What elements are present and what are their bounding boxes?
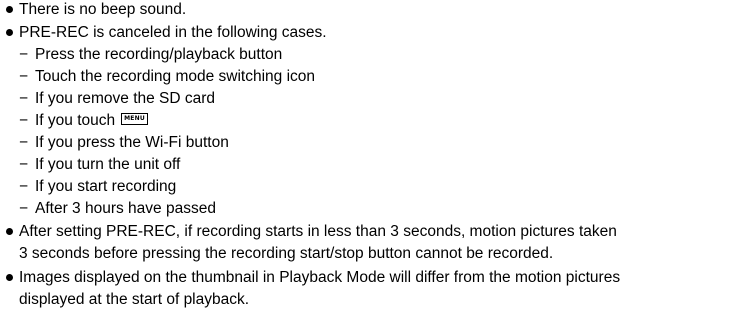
dash-icon: − bbox=[19, 90, 29, 107]
menu-icon: MENU bbox=[121, 113, 148, 126]
note-text: displayed at the start of playback. bbox=[19, 291, 250, 308]
case-text: If you remove the SD card bbox=[35, 90, 216, 107]
bullet-icon bbox=[6, 6, 13, 13]
bullet-icon bbox=[6, 29, 13, 36]
dash-icon: − bbox=[19, 200, 29, 217]
case-text-wrap: If you touch MENU bbox=[35, 111, 148, 131]
bullet-icon bbox=[6, 228, 13, 235]
note-text: 3 seconds before pressing the recording … bbox=[19, 245, 554, 262]
case-text: After 3 hours have passed bbox=[35, 200, 216, 217]
dash-icon: − bbox=[19, 156, 29, 173]
bullet-icon bbox=[6, 274, 13, 281]
case-text: Touch the recording mode switching icon bbox=[35, 68, 316, 85]
dash-icon: − bbox=[19, 68, 29, 85]
case-text: If you turn the unit off bbox=[35, 156, 181, 173]
case-text: If you press the Wi-Fi button bbox=[35, 134, 229, 151]
dash-icon: − bbox=[19, 46, 29, 63]
note-text: After setting PRE-REC, if recording star… bbox=[19, 223, 617, 240]
dash-icon: − bbox=[19, 134, 29, 151]
case-text: If you start recording bbox=[35, 178, 177, 195]
note-text: Images displayed on the thumbnail in Pla… bbox=[19, 269, 621, 286]
note-text: There is no beep sound. bbox=[19, 1, 187, 18]
notes-page: There is no beep sound. PRE-REC is cance… bbox=[0, 0, 749, 336]
case-text: If you touch bbox=[35, 112, 116, 129]
dash-icon: − bbox=[19, 178, 29, 195]
note-text: PRE-REC is canceled in the following cas… bbox=[19, 24, 327, 41]
case-text: Press the recording/playback button bbox=[35, 46, 283, 63]
dash-icon: − bbox=[19, 112, 29, 129]
